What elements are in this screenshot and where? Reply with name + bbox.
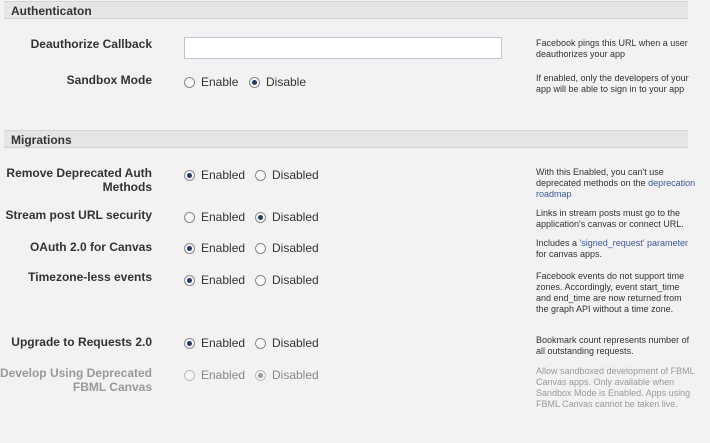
stream-post-security-label: Stream post URL security	[5, 208, 153, 222]
section-header-authentication: Authenticaton	[4, 1, 688, 19]
option-label: Enabled	[201, 368, 246, 382]
requests-disabled-option[interactable]: Disabled	[255, 336, 319, 350]
deauthorize-callback-help: Facebook pings this URL when a user deau…	[536, 38, 688, 59]
fbml-disabled-option: Disabled	[255, 368, 319, 382]
option-label: Disabled	[272, 241, 319, 255]
sandbox-mode-label: Sandbox Mode	[66, 73, 152, 87]
radio-checked-icon[interactable]	[184, 337, 195, 349]
sandbox-mode-help: If enabled, only the developers of your …	[536, 73, 689, 94]
option-label: Disabled	[272, 336, 319, 350]
option-label: Enabled	[201, 241, 246, 255]
oauth-canvas-label: OAuth 2.0 for Canvas	[29, 240, 152, 254]
fbml-canvas-label: Develop Using Deprecated FBML Canvas	[0, 366, 152, 394]
stream-post-security-help: Links in stream posts must go to the app…	[536, 208, 684, 229]
radio-unchecked-icon[interactable]	[255, 169, 266, 181]
oauth-canvas-disabled-option[interactable]: Disabled	[255, 241, 319, 255]
option-label: Enabled	[201, 273, 246, 287]
radio-unchecked-icon[interactable]	[184, 211, 195, 223]
sandbox-disable-option[interactable]: Disable	[249, 75, 306, 89]
option-label: Disabled	[272, 210, 319, 224]
oauth-canvas-help: Includes a 'signed_request' parameter fo…	[536, 238, 696, 260]
deauthorize-callback-input[interactable]	[184, 37, 502, 59]
sandbox-enable-option[interactable]: Enable	[184, 75, 238, 89]
upgrade-requests-help: Bookmark count represents number of all …	[536, 335, 690, 356]
option-label: Disabled	[272, 368, 319, 382]
help-text: Includes a	[536, 238, 580, 248]
requests-enabled-option[interactable]: Enabled	[184, 336, 245, 350]
stream-post-disabled-option[interactable]: Disabled	[255, 210, 319, 224]
option-label: Enable	[201, 75, 239, 89]
radio-unchecked-icon[interactable]	[184, 76, 195, 88]
radio-checked-icon[interactable]	[255, 211, 266, 223]
radio-checked-icon	[255, 369, 266, 381]
radio-checked-icon[interactable]	[249, 76, 260, 88]
signed-request-parameter-link[interactable]: 'signed_request' parameter	[580, 238, 689, 248]
upgrade-requests-label: Upgrade to Requests 2.0	[11, 335, 152, 349]
option-label: Enabled	[201, 210, 246, 224]
timezone-less-events-help: Facebook events do not support time zone…	[536, 271, 685, 314]
fbml-canvas-help: Allow sandboxed development of FBML Canv…	[536, 366, 695, 409]
radio-checked-icon[interactable]	[184, 242, 195, 254]
radio-checked-icon[interactable]	[184, 169, 195, 181]
radio-unchecked-icon[interactable]	[255, 337, 266, 349]
remove-deprecated-auth-help: With this Enabled, you can't use depreca…	[536, 167, 696, 200]
section-title: Authenticaton	[11, 4, 92, 18]
remove-deprecated-enabled-option[interactable]: Enabled	[184, 168, 245, 182]
stream-post-enabled-option[interactable]: Enabled	[184, 210, 245, 224]
option-label: Disable	[266, 75, 307, 89]
section-header-migrations: Migrations	[4, 130, 688, 148]
remove-deprecated-disabled-option[interactable]: Disabled	[255, 168, 319, 182]
radio-unchecked-icon[interactable]	[255, 274, 266, 286]
remove-deprecated-auth-label: Remove Deprecated Auth Methods	[6, 166, 152, 194]
fbml-enabled-option: Enabled	[184, 368, 245, 382]
radio-unchecked-icon[interactable]	[255, 242, 266, 254]
timezone-less-events-label: Timezone-less events	[28, 270, 152, 284]
oauth-canvas-enabled-option[interactable]: Enabled	[184, 241, 245, 255]
option-label: Disabled	[272, 168, 319, 182]
help-text: for canvas apps.	[536, 249, 603, 259]
option-label: Enabled	[201, 168, 246, 182]
deauthorize-callback-label: Deauthorize Callback	[30, 37, 152, 51]
timezone-enabled-option[interactable]: Enabled	[184, 273, 245, 287]
help-text: With this Enabled, you can't use depreca…	[536, 167, 664, 188]
timezone-disabled-option[interactable]: Disabled	[255, 273, 319, 287]
option-label: Enabled	[201, 336, 246, 350]
section-title: Migrations	[11, 133, 72, 147]
option-label: Disabled	[272, 273, 319, 287]
radio-unchecked-icon	[184, 369, 195, 381]
radio-checked-icon[interactable]	[184, 274, 195, 286]
